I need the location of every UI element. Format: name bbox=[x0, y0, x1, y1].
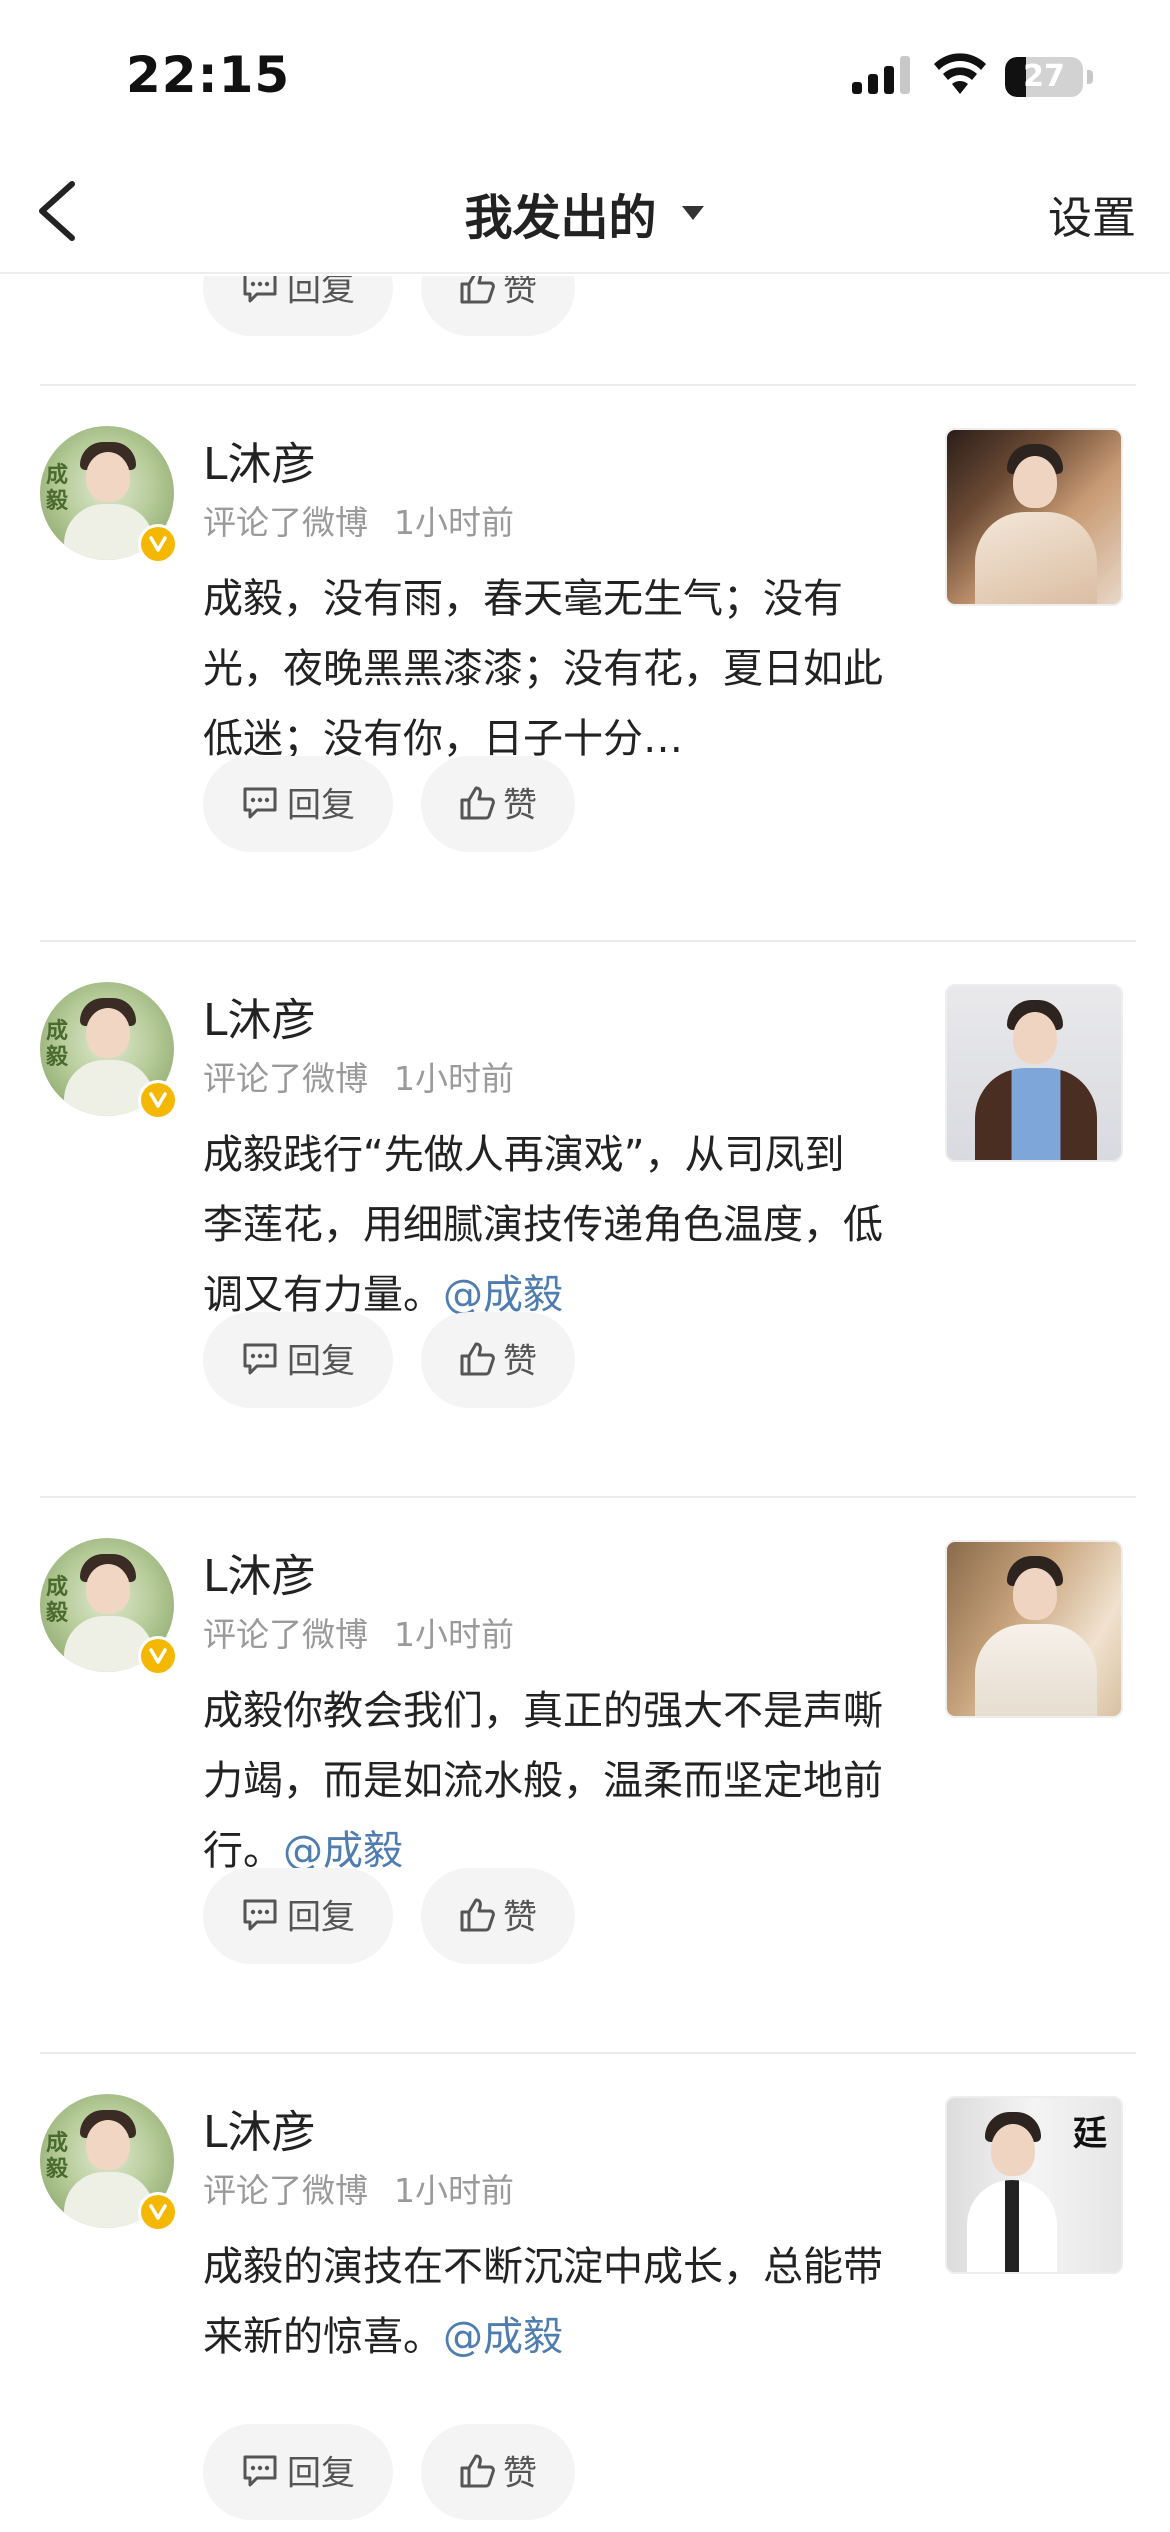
action-text: 评论了微博 bbox=[203, 2171, 368, 2210]
comment-meta: 评论了微博 1小时前 bbox=[203, 496, 514, 544]
avatar-seal-text: 成毅 bbox=[46, 2130, 69, 2182]
reply-button[interactable]: 回复 bbox=[203, 276, 393, 336]
action-text: 评论了微博 bbox=[203, 1059, 368, 1098]
username[interactable]: L沐彦 bbox=[203, 428, 316, 492]
like-button[interactable]: 赞 bbox=[421, 1868, 575, 1964]
reply-button[interactable]: 回复 bbox=[203, 1868, 393, 1964]
comment-text[interactable]: 成毅的演技在不断沉淀中成长，总能带来新的惊喜。@成毅 bbox=[203, 2232, 883, 2372]
timestamp: 1小时前 bbox=[394, 1059, 514, 1098]
comment-text[interactable]: 成毅，没有雨，春天毫无生气；没有光，夜晚黑黑漆漆；没有花，夏日如此低迷；没有你，… bbox=[203, 564, 883, 774]
reply-label: 回复 bbox=[287, 785, 355, 826]
status-time: 22:15 bbox=[126, 46, 291, 104]
comment-meta: 评论了微博 1小时前 bbox=[203, 1608, 514, 1656]
comment-icon bbox=[243, 1343, 277, 1374]
verified-badge-icon bbox=[138, 1636, 178, 1676]
action-text: 评论了微博 bbox=[203, 1615, 368, 1654]
like-label: 赞 bbox=[503, 2453, 537, 2494]
comment-actions: 回复 赞 bbox=[203, 2424, 575, 2520]
page-title: 我发出的 bbox=[464, 190, 657, 246]
reply-label: 回复 bbox=[287, 1897, 355, 1938]
post-thumbnail[interactable] bbox=[945, 1540, 1123, 1718]
nav-bar: 我发出的 设置 bbox=[0, 150, 1170, 274]
comment-meta: 评论了微博 1小时前 bbox=[203, 2164, 514, 2212]
avatar-seal-text: 成毅 bbox=[46, 1574, 69, 1626]
comment-actions: 回复 赞 bbox=[203, 1312, 575, 1408]
like-button[interactable]: 赞 bbox=[421, 756, 575, 852]
verified-badge-icon bbox=[138, 524, 178, 564]
battery-indicator: 27 bbox=[1005, 57, 1083, 97]
battery-level: 27 bbox=[1023, 59, 1065, 94]
comment-icon bbox=[243, 276, 277, 302]
action-text: 评论了微博 bbox=[203, 503, 368, 542]
post-thumbnail[interactable]: 廷 bbox=[945, 2096, 1123, 2274]
reply-button[interactable]: 回复 bbox=[203, 756, 393, 852]
comment-icon bbox=[243, 2455, 277, 2486]
post-thumbnail[interactable] bbox=[945, 428, 1123, 606]
status-bar: 22:15 27 bbox=[0, 0, 1170, 150]
comment-actions: 回复 赞 bbox=[203, 756, 575, 852]
avatar-seal-text: 成毅 bbox=[46, 1018, 69, 1070]
timestamp: 1小时前 bbox=[394, 503, 514, 542]
comment-feed[interactable]: 回复 赞 成毅 L沐彦 评论了微博 1小时前 成毅，没有雨，春天毫无生气；没有光，… bbox=[0, 276, 1170, 2532]
username[interactable]: L沐彦 bbox=[203, 984, 316, 1048]
like-label: 赞 bbox=[503, 1341, 537, 1382]
timestamp: 1小时前 bbox=[394, 1615, 514, 1654]
thumbs-up-icon bbox=[460, 2454, 495, 2487]
username[interactable]: L沐彦 bbox=[203, 2096, 316, 2160]
verified-badge-icon bbox=[138, 1080, 178, 1120]
comment-icon bbox=[243, 787, 277, 818]
like-label: 赞 bbox=[503, 276, 537, 310]
settings-button[interactable]: 设置 bbox=[1048, 182, 1136, 246]
avatar[interactable]: 成毅 bbox=[40, 982, 178, 1120]
previous-item-actions: 回复 赞 bbox=[203, 276, 575, 336]
post-thumbnail[interactable] bbox=[945, 984, 1123, 1162]
thumbnail-caption: 廷 bbox=[1073, 2114, 1107, 2154]
mention-link[interactable]: @成毅 bbox=[443, 2314, 563, 2360]
avatar[interactable]: 成毅 bbox=[40, 426, 178, 564]
like-button[interactable]: 赞 bbox=[421, 1312, 575, 1408]
like-label: 赞 bbox=[503, 1897, 537, 1938]
reply-button[interactable]: 回复 bbox=[203, 1312, 393, 1408]
reply-label: 回复 bbox=[287, 2453, 355, 2494]
comment-meta: 评论了微博 1小时前 bbox=[203, 1052, 514, 1100]
comment-icon bbox=[243, 1899, 277, 1930]
like-button[interactable]: 赞 bbox=[421, 276, 575, 336]
avatar[interactable]: 成毅 bbox=[40, 1538, 178, 1676]
reply-button[interactable]: 回复 bbox=[203, 2424, 393, 2520]
thumbs-up-icon bbox=[460, 1898, 495, 1931]
comment-text[interactable]: 成毅你教会我们，真正的强大不是声嘶力竭，而是如流水般，温柔而坚定地前行。@成毅 bbox=[203, 1676, 883, 1886]
thumbs-up-icon bbox=[460, 786, 495, 819]
comment-item[interactable]: 成毅 L沐彦 评论了微博 1小时前 成毅你教会我们，真正的强大不是声嘶力竭，而是如… bbox=[0, 1498, 1170, 2054]
thumbs-up-icon bbox=[460, 1342, 495, 1375]
wifi-icon bbox=[934, 53, 986, 94]
thumbs-up-icon bbox=[460, 276, 495, 303]
reply-label: 回复 bbox=[287, 1341, 355, 1382]
like-button[interactable]: 赞 bbox=[421, 2424, 575, 2520]
like-label: 赞 bbox=[503, 785, 537, 826]
cellular-signal-icon bbox=[852, 56, 910, 94]
avatar-seal-text: 成毅 bbox=[46, 462, 69, 514]
avatar[interactable]: 成毅 bbox=[40, 2094, 178, 2232]
verified-badge-icon bbox=[138, 2192, 178, 2232]
comment-actions: 回复 赞 bbox=[203, 1868, 575, 1964]
reply-label: 回复 bbox=[287, 276, 355, 310]
comment-item[interactable]: 成毅 L沐彦 评论了微博 1小时前 成毅的演技在不断沉淀中成长，总能带来新的惊喜。… bbox=[0, 2054, 1170, 2532]
battery-cap bbox=[1087, 70, 1093, 84]
comment-item[interactable]: 成毅 L沐彦 评论了微博 1小时前 成毅，没有雨，春天毫无生气；没有光，夜晚黑黑漆… bbox=[0, 386, 1170, 942]
title-dropdown[interactable]: 我发出的 bbox=[0, 178, 1170, 248]
timestamp: 1小时前 bbox=[394, 2171, 514, 2210]
comment-text[interactable]: 成毅践行“先做人再演戏”，从司凤到李莲花，用细腻演技传递角色温度，低调又有力量。… bbox=[203, 1120, 883, 1330]
caret-down-icon bbox=[681, 206, 704, 220]
username[interactable]: L沐彦 bbox=[203, 1540, 316, 1604]
comment-item[interactable]: 成毅 L沐彦 评论了微博 1小时前 成毅践行“先做人再演戏”，从司凤到李莲花，用细… bbox=[0, 942, 1170, 1498]
